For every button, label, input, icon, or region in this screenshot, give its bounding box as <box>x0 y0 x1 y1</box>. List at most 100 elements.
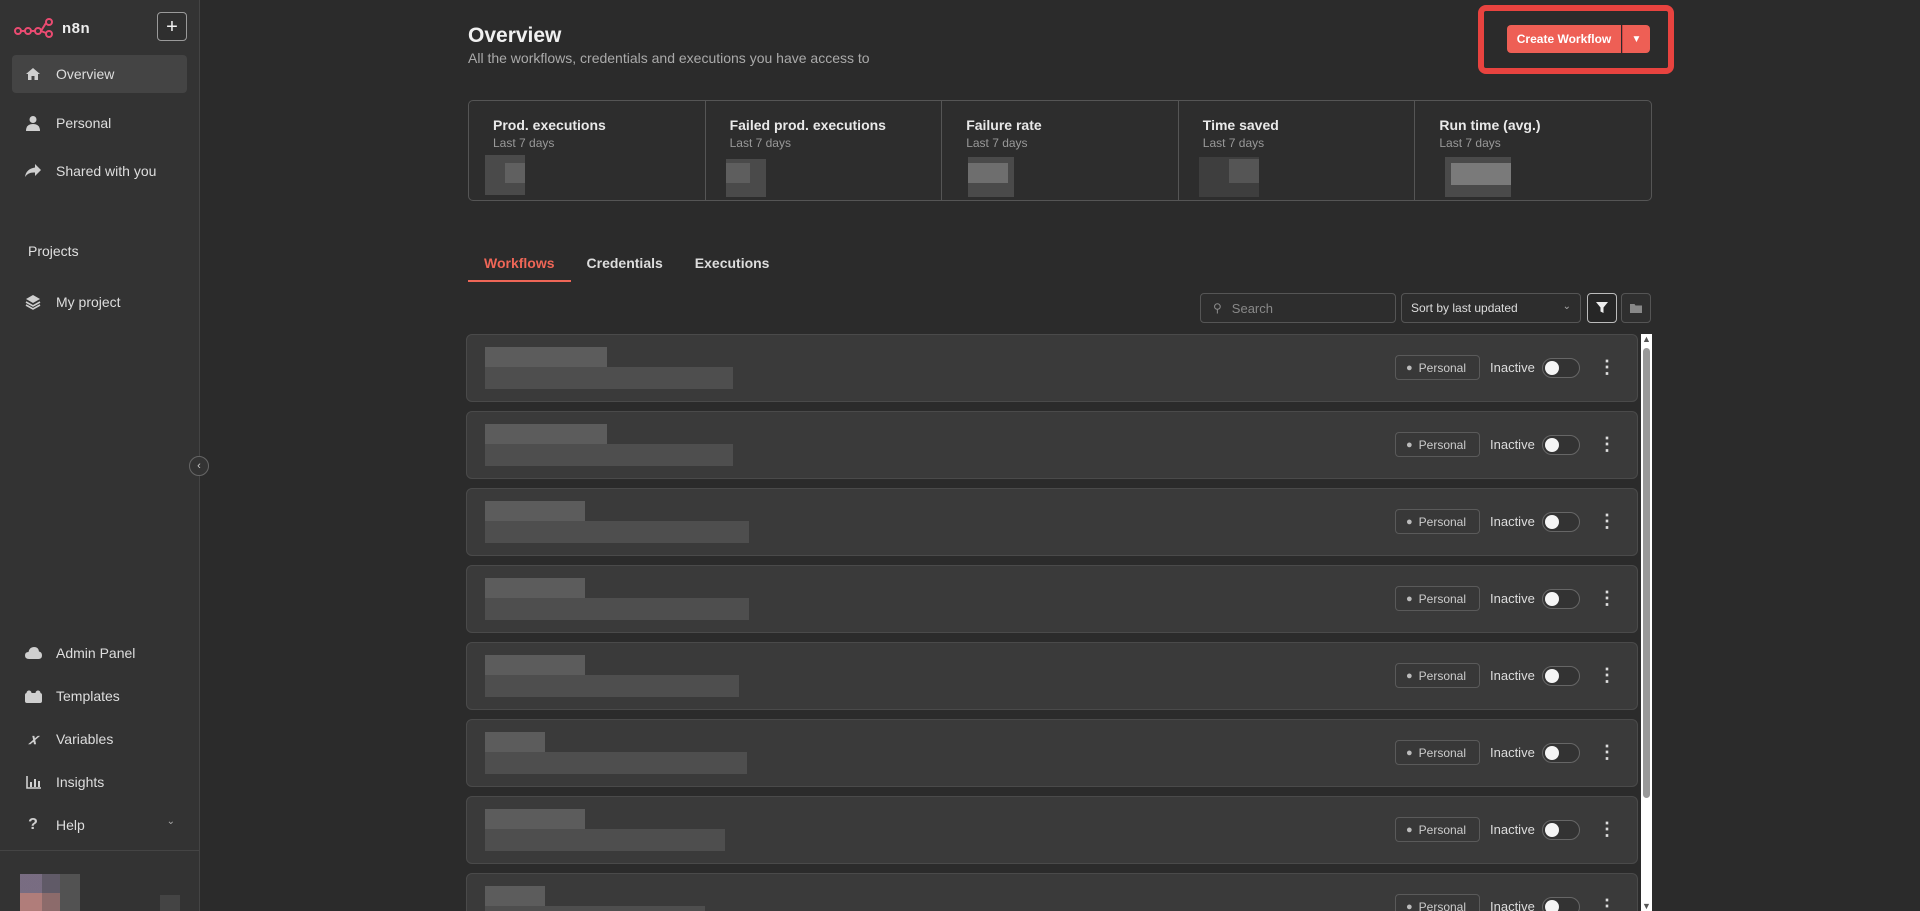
owner-label: Personal <box>1418 437 1467 452</box>
sidebar-item-personal[interactable]: Personal <box>12 104 187 142</box>
workflow-meta <box>485 675 739 697</box>
search-placeholder: Search <box>1231 300 1273 316</box>
active-toggle[interactable] <box>1542 820 1580 840</box>
sidebar-item-label: Insights <box>56 774 105 790</box>
owner-badge[interactable]: ● Personal <box>1395 509 1480 534</box>
status-label: Inactive <box>1490 899 1535 911</box>
workflow-meta <box>485 752 747 774</box>
sidebar-item-templates[interactable]: Templates <box>12 677 187 715</box>
main-content: Overview All the workflows, credentials … <box>200 0 1920 911</box>
active-toggle[interactable] <box>1542 897 1580 911</box>
owner-label: Personal <box>1418 514 1467 529</box>
more-options-icon[interactable]: ⋮ <box>1598 357 1616 379</box>
status-label: Inactive <box>1490 822 1535 837</box>
workflow-row[interactable]: ● Personal Inactive ⋮ <box>466 796 1638 864</box>
more-options-icon[interactable]: ⋮ <box>1598 819 1616 841</box>
stat-failure-rate[interactable]: Failure rate Last 7 days <box>942 101 1179 200</box>
scrollbar[interactable]: ▲ ▼ <box>1641 334 1652 911</box>
sidebar-item-label: My project <box>56 294 121 310</box>
active-toggle[interactable] <box>1542 743 1580 763</box>
owner-badge[interactable]: ● Personal <box>1395 355 1480 380</box>
sidebar-item-label: Admin Panel <box>56 645 136 661</box>
sidebar-item-help[interactable]: ? Help ⌄ <box>12 806 187 844</box>
create-workflow-button[interactable]: Create Workflow <box>1507 25 1621 53</box>
stat-time-saved[interactable]: Time saved Last 7 days <box>1179 101 1416 200</box>
workflow-row[interactable]: ● Personal Inactive ⋮ <box>466 642 1638 710</box>
owner-badge[interactable]: ● Personal <box>1395 817 1480 842</box>
status-label: Inactive <box>1490 745 1535 760</box>
tab-executions[interactable]: Executions <box>679 252 786 282</box>
more-options-icon[interactable]: ⋮ <box>1598 896 1616 911</box>
more-options-icon[interactable]: ⋮ <box>1598 511 1616 533</box>
filter-button[interactable] <box>1587 293 1617 323</box>
more-options-icon[interactable]: ⋮ <box>1598 742 1616 764</box>
sidebar-item-shared[interactable]: Shared with you <box>12 152 187 190</box>
create-workflow-dropdown[interactable]: ▼ <box>1622 25 1650 53</box>
more-options-icon[interactable]: ⋮ <box>1598 588 1616 610</box>
stat-failed-prod-executions[interactable]: Failed prod. executions Last 7 days <box>706 101 943 200</box>
page-subtitle: All the workflows, credentials and execu… <box>468 50 870 66</box>
owner-label: Personal <box>1418 822 1467 837</box>
sidebar-item-my-project[interactable]: My project <box>12 283 187 321</box>
scrollbar-thumb[interactable] <box>1643 348 1650 798</box>
workflow-row[interactable]: ● Personal Inactive ⋮ <box>466 719 1638 787</box>
user-icon: ● <box>1406 515 1413 528</box>
owner-badge[interactable]: ● Personal <box>1395 586 1480 611</box>
workflow-row[interactable]: ● Personal Inactive ⋮ <box>466 873 1638 911</box>
sidebar-item-variables[interactable]: 𝑥 Variables <box>12 720 187 758</box>
filter-icon <box>1596 302 1608 313</box>
search-input[interactable]: ⚲ Search <box>1200 293 1396 323</box>
sidebar-item-label: Overview <box>56 66 115 82</box>
more-options-icon[interactable]: ⋮ <box>1598 665 1616 687</box>
sidebar-item-insights[interactable]: Insights <box>12 763 187 801</box>
chevron-down-icon: ⌄ <box>166 816 175 827</box>
tab-credentials[interactable]: Credentials <box>571 252 679 282</box>
stat-run-time[interactable]: Run time (avg.) Last 7 days <box>1415 101 1651 200</box>
workflow-meta <box>485 829 725 851</box>
projects-heading: Projects <box>28 243 79 259</box>
scroll-up-icon[interactable]: ▲ <box>1642 334 1651 344</box>
owner-badge[interactable]: ● Personal <box>1395 663 1480 688</box>
stat-title: Prod. executions <box>493 117 606 133</box>
workflow-row[interactable]: ● Personal Inactive ⋮ <box>466 411 1638 479</box>
workflow-meta <box>485 598 749 620</box>
stat-value-blur <box>968 163 1009 183</box>
workflow-row[interactable]: ● Personal Inactive ⋮ <box>466 565 1638 633</box>
owner-label: Personal <box>1418 668 1467 683</box>
tab-workflows[interactable]: Workflows <box>468 252 571 282</box>
workflow-name <box>485 655 585 677</box>
workflow-name <box>485 732 545 754</box>
sidebar-item-label: Templates <box>56 688 120 704</box>
sort-select[interactable]: Sort by last updated ⌄ <box>1401 293 1581 323</box>
active-toggle[interactable] <box>1542 589 1580 609</box>
active-toggle[interactable] <box>1542 512 1580 532</box>
n8n-logo-icon <box>14 18 53 38</box>
active-toggle[interactable] <box>1542 358 1580 378</box>
stat-subtitle: Last 7 days <box>966 136 1028 150</box>
more-options-icon[interactable]: ⋮ <box>1598 434 1616 456</box>
workflow-name <box>485 809 585 831</box>
stat-value-blur <box>1228 159 1259 183</box>
workflow-row[interactable]: ● Personal Inactive ⋮ <box>466 334 1638 402</box>
workflow-row[interactable]: ● Personal Inactive ⋮ <box>466 488 1638 556</box>
stat-prod-executions[interactable]: Prod. executions Last 7 days <box>469 101 706 200</box>
user-icon: ● <box>1406 823 1413 836</box>
scroll-down-icon[interactable]: ▼ <box>1642 901 1651 911</box>
new-folder-button[interactable] <box>1621 293 1651 323</box>
active-toggle[interactable] <box>1542 666 1580 686</box>
stats-panel: Prod. executions Last 7 days Failed prod… <box>468 100 1652 201</box>
owner-badge[interactable]: ● Personal <box>1395 740 1480 765</box>
tabs: Workflows Credentials Executions <box>468 252 785 282</box>
sidebar-item-overview[interactable]: Overview <box>12 55 187 93</box>
user-icon: ● <box>1406 746 1413 759</box>
add-button[interactable]: + <box>157 12 187 41</box>
user-icon: ● <box>1406 592 1413 605</box>
layers-icon <box>24 293 42 311</box>
owner-badge[interactable]: ● Personal <box>1395 894 1480 911</box>
logo-text: n8n <box>62 19 91 37</box>
owner-badge[interactable]: ● Personal <box>1395 432 1480 457</box>
user-icon: ● <box>1406 900 1413 911</box>
active-toggle[interactable] <box>1542 435 1580 455</box>
sidebar-item-admin-panel[interactable]: Admin Panel <box>12 634 187 672</box>
user-menu-button[interactable] <box>160 895 180 911</box>
